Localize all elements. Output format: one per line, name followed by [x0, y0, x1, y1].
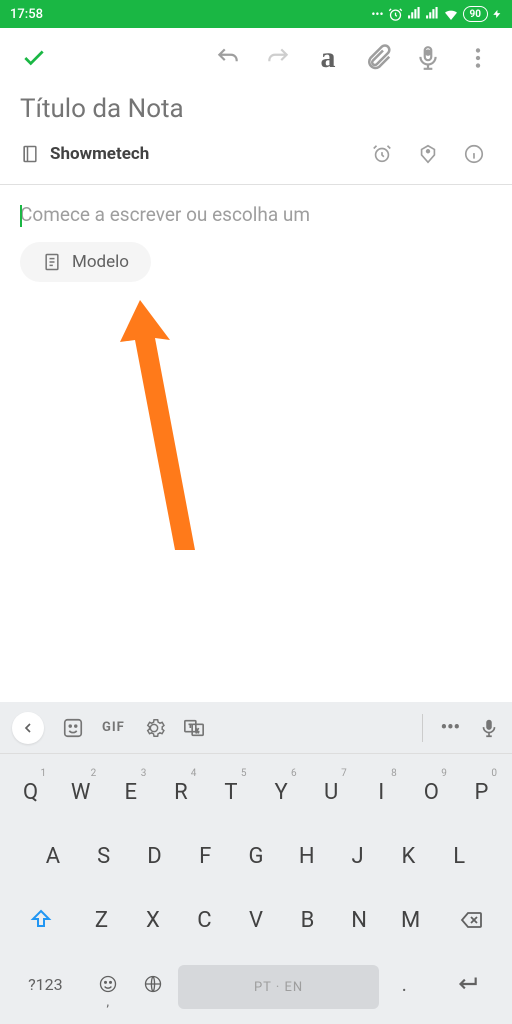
key-a[interactable]: A: [30, 828, 76, 884]
key-m[interactable]: M: [387, 892, 434, 948]
battery-indicator: 90: [463, 6, 488, 22]
key-p[interactable]: 0P: [459, 764, 504, 820]
overflow-button[interactable]: [456, 36, 500, 80]
keyboard: GIF ••• 1Q2W3E4R5T6Y7U8I9O0P ASDFGHJKL Z…: [0, 702, 512, 1024]
template-icon: [42, 252, 62, 272]
template-label: Modelo: [72, 252, 129, 272]
key-v[interactable]: V: [233, 892, 280, 948]
notebook-icon: [20, 144, 40, 164]
key-e[interactable]: 3E: [108, 764, 153, 820]
key-x[interactable]: X: [130, 892, 177, 948]
sticker-icon[interactable]: [62, 717, 84, 739]
symbols-key[interactable]: ?123: [8, 956, 83, 1012]
note-body[interactable]: Comece a escrever ou escolha um Modelo: [0, 185, 512, 300]
shift-key[interactable]: [8, 892, 73, 948]
redo-button[interactable]: [256, 36, 300, 80]
status-time: 17:58: [10, 7, 371, 22]
reminder-button[interactable]: [364, 136, 400, 172]
editor-toolbar: a: [0, 28, 512, 88]
keyboard-back-button[interactable]: [12, 712, 44, 744]
key-q[interactable]: 1Q: [8, 764, 53, 820]
key-t[interactable]: 5T: [208, 764, 253, 820]
key-o[interactable]: 9O: [409, 764, 454, 820]
undo-button[interactable]: [206, 36, 250, 80]
text-cursor: [20, 205, 22, 227]
voice-button[interactable]: [406, 36, 450, 80]
charging-icon: [492, 7, 502, 21]
key-b[interactable]: B: [284, 892, 331, 948]
done-button[interactable]: [12, 36, 56, 80]
key-y[interactable]: 6Y: [259, 764, 304, 820]
key-h[interactable]: H: [284, 828, 330, 884]
title-area: [0, 88, 512, 124]
more-icon[interactable]: •••: [441, 717, 460, 738]
template-button[interactable]: Modelo: [20, 242, 151, 282]
keyboard-row-3: ZXCVBNM: [4, 888, 508, 952]
settings-icon[interactable]: [143, 717, 165, 739]
period-key[interactable]: .: [384, 956, 424, 1012]
info-button[interactable]: [456, 136, 492, 172]
key-j[interactable]: J: [335, 828, 381, 884]
body-placeholder: Comece a escrever ou escolha um: [20, 203, 492, 226]
annotation-arrow: [100, 300, 220, 560]
key-f[interactable]: F: [182, 828, 228, 884]
status-bar: 17:58 ••• 90: [0, 0, 512, 28]
keyboard-row-1: 1Q2W3E4R5T6Y7U8I9O0P: [4, 760, 508, 824]
key-l[interactable]: L: [436, 828, 482, 884]
backspace-key[interactable]: [439, 892, 504, 948]
signal-icon-2: [425, 7, 439, 21]
more-icon: •••: [371, 7, 383, 21]
note-meta-row: Showmetech: [0, 124, 512, 185]
signal-icon: [407, 7, 421, 21]
emoji-key[interactable]: ,: [88, 956, 128, 1012]
attachment-button[interactable]: [356, 36, 400, 80]
key-u[interactable]: 7U: [309, 764, 354, 820]
key-w[interactable]: 2W: [58, 764, 103, 820]
format-button[interactable]: a: [306, 36, 350, 80]
key-n[interactable]: N: [336, 892, 383, 948]
key-g[interactable]: G: [233, 828, 279, 884]
note-title-input[interactable]: [20, 94, 492, 124]
keyboard-row-bottom: ?123 , PT · EN .: [4, 952, 508, 1016]
key-i[interactable]: 8I: [359, 764, 404, 820]
key-d[interactable]: D: [132, 828, 178, 884]
language-key[interactable]: [133, 956, 173, 1012]
enter-key[interactable]: [429, 956, 504, 1012]
key-z[interactable]: Z: [78, 892, 125, 948]
mic-icon[interactable]: [478, 717, 500, 739]
status-icons: ••• 90: [371, 6, 502, 22]
spacebar[interactable]: PT · EN: [178, 965, 379, 1009]
keyboard-suggestion-bar: GIF •••: [0, 702, 512, 754]
wifi-icon: [443, 6, 459, 22]
translate-icon[interactable]: [183, 717, 205, 739]
key-k[interactable]: K: [385, 828, 431, 884]
gif-button[interactable]: GIF: [102, 720, 125, 735]
key-c[interactable]: C: [181, 892, 228, 948]
tag-button[interactable]: [410, 136, 446, 172]
key-r[interactable]: 4R: [158, 764, 203, 820]
notebook-selector[interactable]: Showmetech: [50, 144, 354, 164]
alarm-icon: [388, 7, 403, 22]
key-s[interactable]: S: [81, 828, 127, 884]
keyboard-row-2: ASDFGHJKL: [4, 824, 508, 888]
